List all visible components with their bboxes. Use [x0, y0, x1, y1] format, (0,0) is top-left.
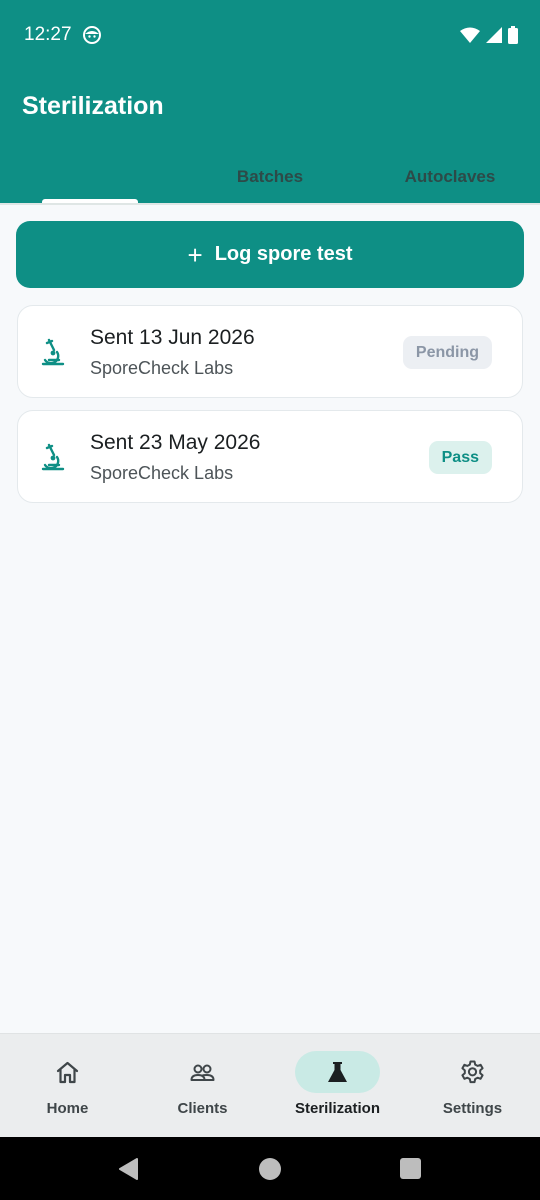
spore-test-lab: SporeCheck Labs [90, 463, 234, 483]
flask-icon [328, 1062, 347, 1082]
spore-test-sent-date: Sent 23 May 2026 [90, 431, 261, 454]
nav-label: Home [46, 1100, 89, 1117]
recents-icon[interactable] [400, 1158, 421, 1179]
home-icon [56, 1061, 79, 1084]
app-header: 12:27 Sterilization Batches Autoclaves [0, 0, 540, 204]
log-spore-test-button[interactable]: + Log spore test [16, 221, 524, 288]
wifi-icon [460, 27, 480, 43]
tab-spore-tests[interactable] [0, 150, 180, 204]
status-badge: Pass [428, 441, 492, 474]
status-bar: 12:27 [0, 0, 540, 70]
system-navigation-bar [0, 1137, 540, 1200]
nav-item-settings[interactable]: Settings [405, 1034, 540, 1138]
nav-label: Settings [442, 1100, 503, 1117]
bottom-navigation: Home Clients Sterilization Settings [0, 1033, 540, 1137]
spore-test-card[interactable]: Sent 23 May 2026 SporeCheck Labs Pass [17, 410, 523, 503]
back-icon[interactable] [117, 1157, 139, 1181]
face-notification-icon [83, 26, 101, 44]
status-icons [460, 24, 518, 46]
tab-autoclaves[interactable]: Autoclaves [360, 150, 540, 204]
home-button-icon[interactable] [258, 1157, 282, 1181]
signal-icon [486, 27, 502, 43]
gear-icon [461, 1060, 484, 1084]
tab-bar: Batches Autoclaves [0, 150, 540, 204]
status-time: 12:27 [24, 24, 72, 45]
nav-label: Clients [177, 1100, 228, 1117]
battery-icon [508, 26, 518, 44]
tab-batches[interactable]: Batches [180, 150, 360, 204]
people-icon [190, 1064, 215, 1081]
nav-label: Sterilization [294, 1100, 380, 1117]
header-divider [0, 203, 540, 205]
log-spore-test-label: Log spore test [214, 243, 353, 265]
plus-icon: + [187, 239, 203, 270]
microscope-icon [41, 443, 65, 471]
microscope-icon [41, 338, 65, 366]
nav-item-home[interactable]: Home [0, 1034, 135, 1138]
spore-test-lab: SporeCheck Labs [90, 358, 234, 378]
spore-test-card[interactable]: Sent 13 Jun 2026 SporeCheck Labs Pending [17, 305, 523, 398]
nav-item-sterilization[interactable]: Sterilization [270, 1034, 405, 1138]
spore-test-sent-date: Sent 13 Jun 2026 [90, 326, 255, 349]
page-title: Sterilization [22, 92, 164, 120]
nav-item-clients[interactable]: Clients [135, 1034, 270, 1138]
status-badge: Pending [402, 336, 492, 369]
